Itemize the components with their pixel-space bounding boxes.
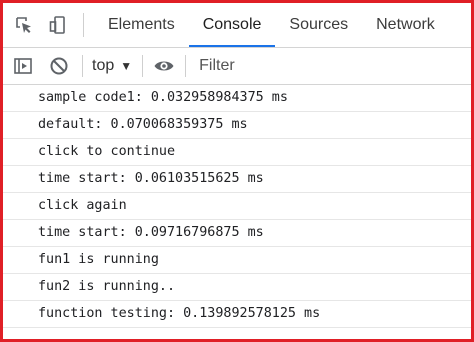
console-messages: sample code1: 0.032958984375 ms default:… xyxy=(3,85,471,339)
chevron-down-icon: ▼ xyxy=(120,59,133,73)
console-message: fun1 is running xyxy=(3,247,471,274)
show-sidebar-icon[interactable] xyxy=(12,55,34,77)
context-selector[interactable]: top ▼ xyxy=(92,57,132,75)
console-toolbar: top ▼ xyxy=(3,48,471,85)
console-message: time start: 0.06103515625 ms xyxy=(3,166,471,193)
filter-input[interactable] xyxy=(195,53,471,79)
tab-sources[interactable]: Sources xyxy=(275,3,362,47)
toolbar-divider xyxy=(82,55,83,77)
devtools-window: Elements Console Sources Network top ▼ F… xyxy=(0,0,474,342)
toolbar-divider xyxy=(142,55,144,77)
toolbar-divider xyxy=(185,55,187,77)
inspect-element-icon[interactable] xyxy=(13,14,35,36)
console-message: sample code1: 0.032958984375 ms xyxy=(3,85,471,112)
device-toolbar-icon[interactable] xyxy=(47,14,69,36)
console-message: click to continue xyxy=(3,139,471,166)
tab-elements[interactable]: Elements xyxy=(94,3,189,47)
tab-network[interactable]: Network xyxy=(362,3,449,47)
console-message: default: 0.070068359375 ms xyxy=(3,112,471,139)
devtools-tab-bar: Elements Console Sources Network xyxy=(3,3,471,48)
console-message: function testing: 0.139892578125 ms xyxy=(3,301,471,328)
console-message: click again xyxy=(3,193,471,220)
tab-bar-divider xyxy=(83,13,84,37)
clear-console-icon[interactable] xyxy=(48,55,70,77)
context-label: top xyxy=(92,57,115,74)
console-message: time start: 0.09716796875 ms xyxy=(3,220,471,247)
tab-console[interactable]: Console xyxy=(188,3,276,47)
live-expression-icon[interactable] xyxy=(153,55,175,77)
console-message: fun2 is running.. xyxy=(3,274,471,301)
